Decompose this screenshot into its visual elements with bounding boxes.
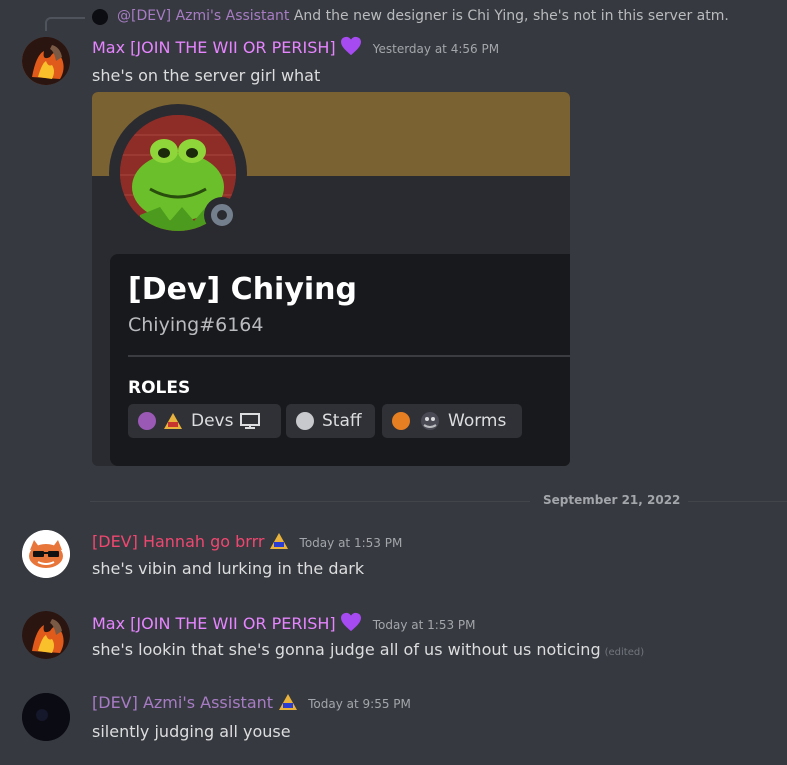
reply-author[interactable]: @[DEV] Azmi's Assistant (117, 8, 289, 24)
message-text: silently judging all youse (92, 722, 291, 741)
dark-avatar-icon (22, 693, 70, 741)
avatar-max[interactable] (22, 37, 70, 85)
timestamp[interactable]: Yesterday at 4:56 PM (373, 42, 499, 56)
profile-divider (128, 355, 570, 357)
cat-sunglasses-avatar-icon (22, 530, 70, 578)
role-label: Devs (191, 411, 234, 431)
reply-spine (45, 17, 85, 31)
role-staff: Staff (286, 404, 375, 438)
username[interactable]: Max [JOIN THE WII OR PERISH] (92, 614, 336, 633)
edited-label: (edited) (604, 647, 645, 658)
timestamp[interactable]: Today at 1:53 PM (373, 618, 476, 632)
role-color-dot (296, 412, 314, 430)
avatar-hannah[interactable] (22, 530, 70, 578)
avatar-max[interactable] (22, 611, 70, 659)
attached-image[interactable]: [Dev] Chiying Chiying#6164 ROLES Devs St… (92, 92, 570, 466)
role-color-dot (392, 412, 410, 430)
message-header: Max [JOIN THE WII OR PERISH] Yesterday a… (92, 36, 499, 57)
dev-triangle-icon (270, 533, 289, 549)
roles-heading: ROLES (128, 378, 191, 398)
message-header: [DEV] Hannah go brrr Today at 1:53 PM (92, 532, 402, 551)
message-header: Max [JOIN THE WII OR PERISH] Today at 1:… (92, 612, 476, 633)
avatar-assistant[interactable] (22, 693, 70, 741)
purple-heart-icon (340, 36, 361, 56)
purple-heart-icon (340, 612, 361, 632)
role-label: Staff (322, 411, 362, 431)
message-header: [DEV] Azmi's Assistant Today at 9:55 PM (92, 693, 411, 712)
message-text: she's vibin and lurking in the dark (92, 559, 365, 578)
timestamp[interactable]: Today at 9:55 PM (308, 697, 411, 711)
role-color-dot (138, 412, 156, 430)
profile-card: [Dev] Chiying Chiying#6164 ROLES Devs St… (110, 254, 570, 466)
date-divider-line-right (688, 501, 787, 502)
date-divider-line-left (90, 501, 530, 502)
fire-avatar-icon (22, 611, 70, 659)
role-worms: Worms (382, 404, 522, 438)
role-devs: Devs (128, 404, 281, 438)
monitor-icon (240, 413, 261, 429)
message-text-row: she's lookin that she's gonna judge all … (92, 640, 644, 659)
reply-preview[interactable]: @[DEV] Azmi's Assistant And the new desi… (117, 8, 729, 24)
profile-tag: Chiying#6164 (128, 314, 264, 336)
message-text: she's on the server girl what (92, 66, 321, 85)
dev-triangle-icon (279, 694, 298, 710)
reply-avatar[interactable] (92, 9, 108, 25)
username[interactable]: [DEV] Hannah go brrr (92, 532, 264, 551)
profile-display-name: [Dev] Chiying (128, 272, 357, 307)
date-divider: September 21, 2022 (543, 493, 681, 507)
timestamp[interactable]: Today at 1:53 PM (300, 536, 403, 550)
offline-status-icon (211, 204, 233, 226)
username[interactable]: [DEV] Azmi's Assistant (92, 693, 273, 712)
role-label: Worms (448, 411, 507, 431)
message-text: she's lookin that she's gonna judge all … (92, 640, 601, 659)
dev-triangle-icon (164, 413, 182, 429)
fire-avatar-icon (22, 37, 70, 85)
username[interactable]: Max [JOIN THE WII OR PERISH] (92, 38, 336, 57)
reply-text: And the new designer is Chi Ying, she's … (293, 8, 729, 24)
worm-icon (421, 412, 439, 430)
